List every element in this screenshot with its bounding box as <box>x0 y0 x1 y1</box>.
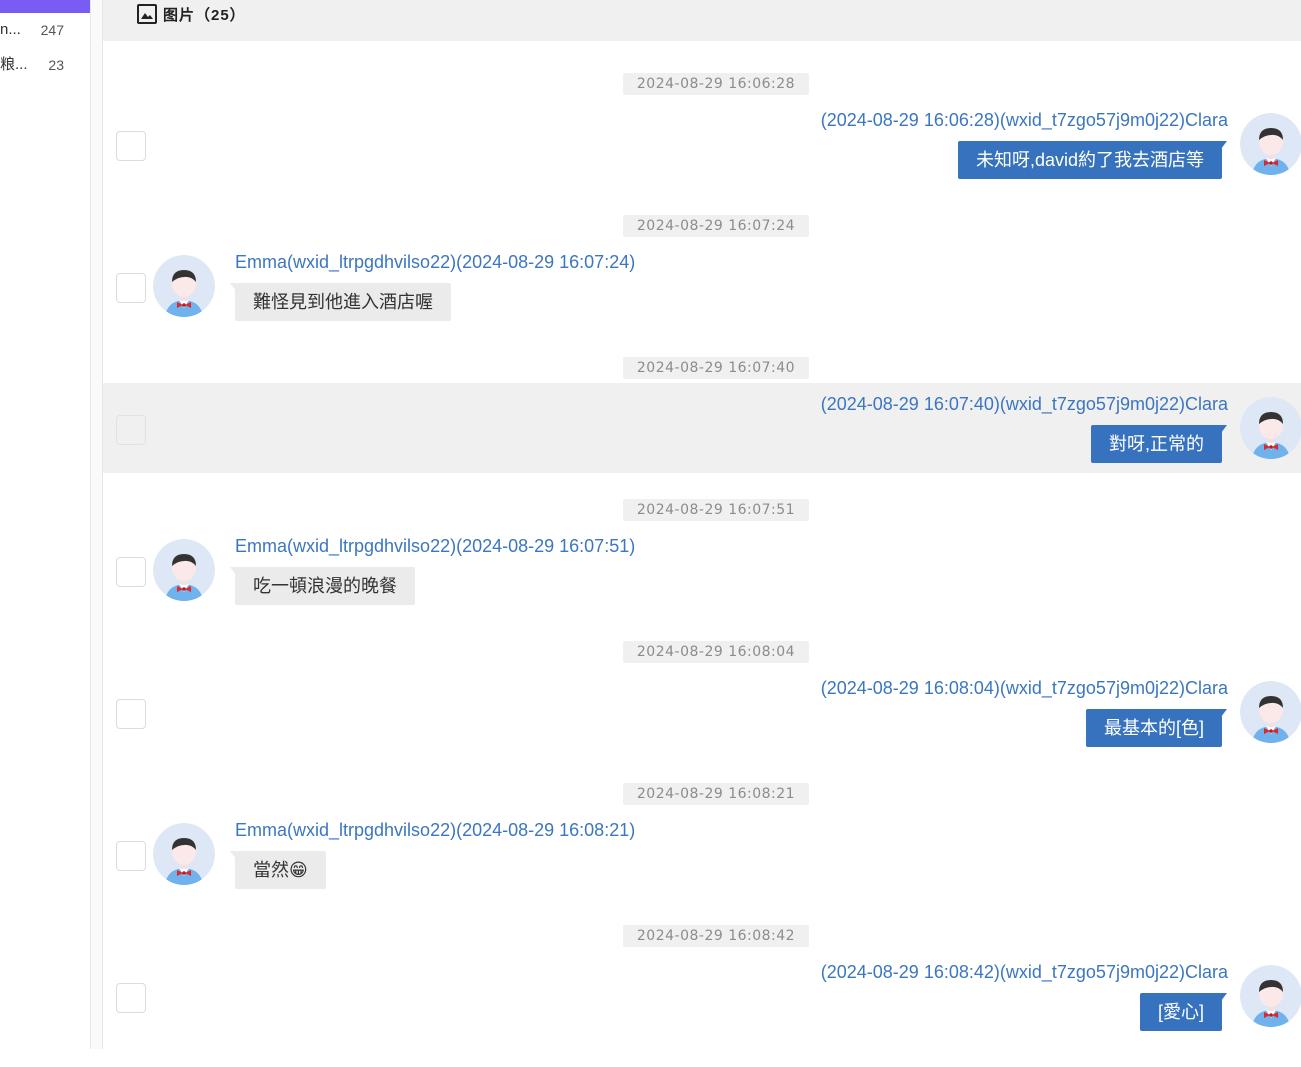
incoming-message-bubble[interactable]: 難怪見到他進入酒店喔 <box>230 283 451 321</box>
incoming-message-bubble[interactable]: 吃一頓浪漫的晚餐 <box>230 567 415 605</box>
image-icon <box>137 4 157 24</box>
sidebar-item-name: 粮... <box>0 56 28 73</box>
message-select-checkbox[interactable] <box>116 131 146 161</box>
message-select-checkbox[interactable] <box>116 699 146 729</box>
message-timestamp: 2024-08-29 16:08:21 <box>623 783 809 805</box>
sidebar-active-item[interactable] <box>0 0 90 13</box>
message-timestamp: 2024-08-29 16:07:40 <box>623 357 809 379</box>
message-sender: (2024-08-29 16:08:04)(wxid_t7zgo57j9m0j2… <box>820 678 1228 698</box>
sidebar-item[interactable]: n... 247 <box>0 18 90 42</box>
sidebar-item-count: 23 <box>48 57 64 73</box>
incoming-message-bubble[interactable]: 當然😁 <box>230 851 326 889</box>
sidebar-item-name: n... <box>0 21 21 38</box>
outgoing-message-bubble[interactable]: 最基本的[色] <box>1085 709 1228 747</box>
chat-panel: 图片（25） 2024-08-29 16:06:28 (2024-08-29 1… <box>102 0 1301 1049</box>
message-row: 2024-08-29 16:07:51 Emma(wxid_ltrpgdhvil… <box>103 499 1301 641</box>
panel-gutter <box>91 0 102 1049</box>
avatar <box>1240 397 1301 459</box>
tab-bar: 图片（25） <box>103 0 1301 41</box>
avatar <box>1240 681 1301 743</box>
outgoing-message-bubble[interactable]: 對呀,正常的 <box>1090 425 1228 463</box>
tab-images-label: 图片（25） <box>163 6 246 24</box>
message-timestamp: 2024-08-29 16:08:04 <box>623 641 809 663</box>
message-row: 2024-08-29 16:08:21 Emma(wxid_ltrpgdhvil… <box>103 783 1301 925</box>
sidebar-item-count: 247 <box>40 22 64 38</box>
avatar <box>1240 113 1301 175</box>
message-timestamp: 2024-08-29 16:08:42 <box>623 925 809 947</box>
contact-sidebar: n... 247 粮... 23 <box>0 0 91 1049</box>
message-timestamp: 2024-08-29 16:07:24 <box>623 215 809 237</box>
tab-images[interactable]: 图片（25） <box>137 2 246 26</box>
message-sender: (2024-08-29 16:06:28)(wxid_t7zgo57j9m0j2… <box>820 110 1228 130</box>
avatar <box>153 823 215 885</box>
message-select-checkbox[interactable] <box>116 983 146 1013</box>
message-row: 2024-08-29 16:07:40 (2024-08-29 16:07:40… <box>103 357 1301 499</box>
avatar <box>153 255 215 317</box>
message-sender: (2024-08-29 16:07:40)(wxid_t7zgo57j9m0j2… <box>820 394 1228 414</box>
message-row: 2024-08-29 16:08:04 (2024-08-29 16:08:04… <box>103 641 1301 783</box>
outgoing-message-bubble[interactable]: 未知呀,david約了我去酒店等 <box>957 141 1228 179</box>
message-sender: Emma(wxid_ltrpgdhvilso22)(2024-08-29 16:… <box>235 252 636 272</box>
message-select-checkbox[interactable] <box>116 841 146 871</box>
message-row: 2024-08-29 16:06:28 (2024-08-29 16:06:28… <box>103 73 1301 215</box>
message-sender: (2024-08-29 16:08:42)(wxid_t7zgo57j9m0j2… <box>820 962 1228 982</box>
avatar <box>153 539 215 601</box>
message-row: 2024-08-29 16:07:24 Emma(wxid_ltrpgdhvil… <box>103 215 1301 357</box>
message-sender: Emma(wxid_ltrpgdhvilso22)(2024-08-29 16:… <box>235 820 636 840</box>
message-sender: Emma(wxid_ltrpgdhvilso22)(2024-08-29 16:… <box>235 536 636 556</box>
message-timestamp: 2024-08-29 16:07:51 <box>623 499 809 521</box>
message-select-checkbox[interactable] <box>116 557 146 587</box>
outgoing-message-bubble[interactable]: [愛心] <box>1139 993 1228 1031</box>
message-row: 2024-08-29 16:08:42 (2024-08-29 16:08:42… <box>103 925 1301 1067</box>
sidebar-item[interactable]: 粮... 23 <box>0 53 90 77</box>
message-select-checkbox[interactable] <box>116 415 146 445</box>
message-select-checkbox[interactable] <box>116 273 146 303</box>
avatar <box>1240 965 1301 1027</box>
message-timestamp: 2024-08-29 16:06:28 <box>623 73 809 95</box>
